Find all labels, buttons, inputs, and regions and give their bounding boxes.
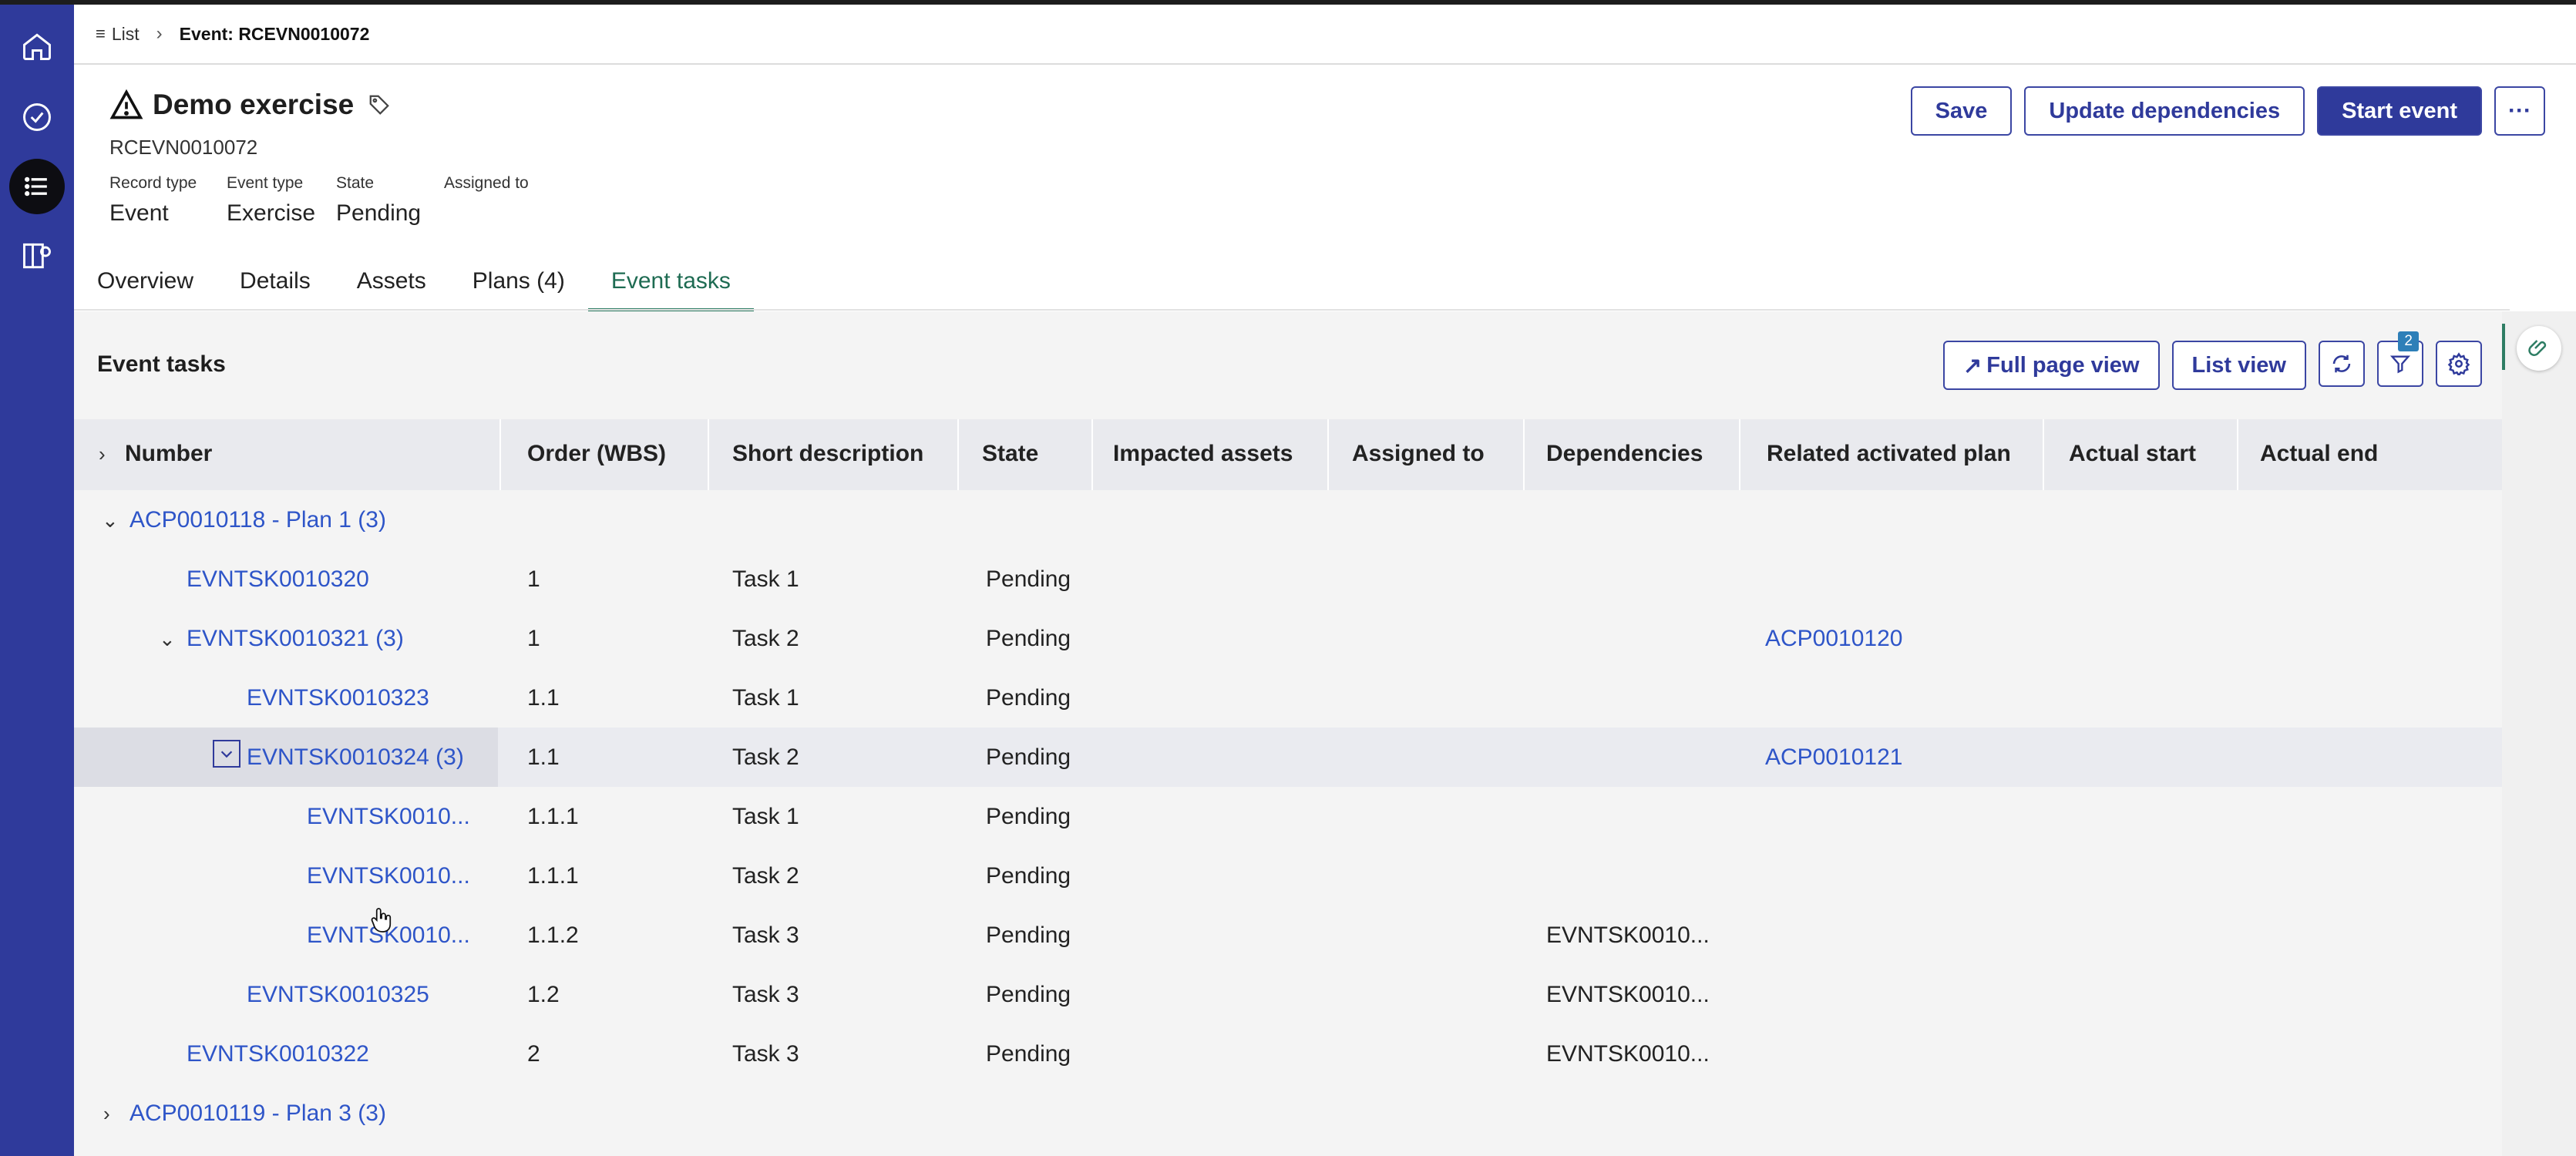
list-view-button[interactable]: List view — [2171, 341, 2306, 390]
plan-link[interactable]: ACP0010120 — [1765, 626, 1902, 652]
meta-event-type: Event type Exercise — [227, 174, 316, 226]
more-options-button[interactable]: ··· — [2494, 86, 2545, 136]
group-link[interactable]: ACP0010118 - Plan 1 (3) — [129, 507, 386, 533]
group-row[interactable]: › ACP0010119 - Plan 3 (3) — [74, 1084, 2502, 1143]
list-icon[interactable] — [9, 159, 65, 214]
tab-event-tasks[interactable]: Event tasks — [587, 254, 754, 311]
table-row-selected[interactable]: EVNTSK0010324 (3) 1.1 Task 2 Pending ACP… — [74, 728, 2502, 787]
task-number-link[interactable]: EVNTSK0010324 (3) — [247, 744, 464, 771]
filter-icon[interactable]: 2 — [2377, 331, 2423, 387]
table-row[interactable]: EVNTSK0010... 1.1.1 Task 1 Pending — [74, 787, 2502, 846]
dependency-value: EVNTSK0010... — [1546, 1041, 1710, 1067]
col-order[interactable]: Order (WBS) — [527, 441, 666, 467]
tab-assets[interactable]: Assets — [334, 254, 449, 308]
chevron-right-icon[interactable]: › — [103, 1102, 110, 1126]
col-actual-end[interactable]: Actual end — [2260, 441, 2378, 467]
chevron-down-icon[interactable]: ⌄ — [102, 509, 119, 533]
tab-bar: Overview Details Assets Plans (4) Event … — [74, 254, 754, 311]
table-row[interactable]: EVNTSK0010323 1.1 Task 1 Pending — [74, 668, 2502, 728]
col-dependencies[interactable]: Dependencies — [1546, 441, 1703, 467]
chevron-down-icon[interactable] — [213, 740, 240, 768]
map-icon[interactable] — [9, 228, 65, 284]
tasks-table: › Number Order (WBS) Short description S… — [74, 419, 2502, 1143]
save-button[interactable]: Save — [1910, 86, 2013, 136]
task-number-link[interactable]: EVNTSK0010320 — [187, 566, 369, 593]
col-actual-start[interactable]: Actual start — [2069, 441, 2196, 467]
task-number-link[interactable]: EVNTSK0010321 (3) — [187, 626, 404, 652]
gear-icon[interactable] — [2436, 341, 2482, 387]
col-state[interactable]: State — [982, 441, 1038, 467]
update-dependencies-button[interactable]: Update dependencies — [2024, 86, 2305, 136]
chevron-right-icon: › — [156, 23, 163, 44]
table-row[interactable]: ⌄ EVNTSK0010321 (3) 1 Task 2 Pending ACP… — [74, 609, 2502, 668]
filter-count-badge: 2 — [2398, 331, 2419, 351]
col-short-description[interactable]: Short description — [732, 441, 923, 467]
table-row[interactable]: EVNTSK0010... 1.1.2 Task 3 Pending EVNTS… — [74, 906, 2502, 965]
paperclip-icon[interactable] — [2517, 326, 2561, 371]
task-number-link[interactable]: EVNTSK0010322 — [187, 1041, 369, 1067]
full-page-view-button[interactable]: ↗ Full page view — [1942, 341, 2160, 390]
task-number-link[interactable]: EVNTSK0010323 — [247, 685, 429, 711]
table-row[interactable]: EVNTSK0010... 1.1.1 Task 2 Pending — [74, 846, 2502, 906]
tabs-divider — [74, 309, 2510, 311]
record-number: RCEVN0010072 — [109, 136, 258, 159]
arrow-up-right-icon: ↗ — [1962, 353, 1982, 378]
group-link[interactable]: ACP0010119 - Plan 3 (3) — [129, 1101, 386, 1127]
group-row[interactable]: ⌄ ACP0010118 - Plan 1 (3) — [74, 490, 2502, 549]
dependency-value: EVNTSK0010... — [1546, 922, 1710, 948]
col-related-activated-plan[interactable]: Related activated plan — [1767, 441, 2011, 467]
table-row[interactable]: EVNTSK0010322 2 Task 3 Pending EVNTSK001… — [74, 1024, 2502, 1084]
check-circle-icon[interactable] — [9, 89, 65, 145]
side-divider — [2502, 324, 2505, 370]
col-impacted-assets[interactable]: Impacted assets — [1113, 441, 1293, 467]
tag-icon[interactable] — [368, 93, 391, 116]
table-row[interactable]: EVNTSK0010325 1.2 Task 3 Pending EVNTSK0… — [74, 965, 2502, 1024]
table-row[interactable]: EVNTSK0010320 1 Task 1 Pending — [74, 549, 2502, 609]
left-nav — [0, 5, 74, 1156]
task-number-link[interactable]: EVNTSK0010... — [307, 863, 470, 889]
tab-plans[interactable]: Plans (4) — [449, 254, 588, 308]
right-side-strip — [2502, 311, 2576, 1156]
chevron-down-icon[interactable]: ⌄ — [159, 627, 176, 651]
plan-link[interactable]: ACP0010121 — [1765, 744, 1902, 771]
refresh-icon[interactable] — [2319, 341, 2365, 387]
table-header: › Number Order (WBS) Short description S… — [74, 419, 2502, 490]
table-body: ⌄ ACP0010118 - Plan 1 (3) EVNTSK0010320 … — [74, 490, 2502, 1143]
panel-title: Event tasks — [97, 351, 226, 377]
tab-details[interactable]: Details — [217, 254, 334, 308]
col-assigned-to[interactable]: Assigned to — [1352, 441, 1485, 467]
breadcrumb-list-link[interactable]: ≡ List — [96, 24, 140, 45]
meta-state: State Pending — [336, 174, 422, 226]
breadcrumb-current: Event: RCEVN0010072 — [179, 23, 370, 44]
breadcrumb: ≡ List › Event: RCEVN0010072 — [74, 5, 2576, 65]
page-title: Demo exercise — [153, 89, 355, 120]
start-event-button[interactable]: Start event — [2317, 86, 2483, 136]
warning-icon — [109, 89, 143, 119]
dependency-value: EVNTSK0010... — [1546, 982, 1710, 1007]
col-number[interactable]: Number — [125, 441, 212, 467]
event-tasks-panel: Event tasks ↗ Full page view List view 2… — [74, 311, 2502, 1156]
menu-icon: ≡ — [96, 24, 106, 43]
tab-overview[interactable]: Overview — [74, 254, 217, 308]
task-number-link[interactable]: EVNTSK0010... — [307, 804, 470, 830]
meta-assigned-to: Assigned to — [444, 174, 529, 192]
meta-record-type: Record type Event — [109, 174, 197, 226]
hand-cursor-icon — [371, 908, 392, 933]
task-number-link[interactable]: EVNTSK0010325 — [247, 982, 429, 1008]
expand-all-chevron-icon[interactable]: › — [99, 442, 106, 466]
home-icon[interactable] — [9, 18, 65, 74]
